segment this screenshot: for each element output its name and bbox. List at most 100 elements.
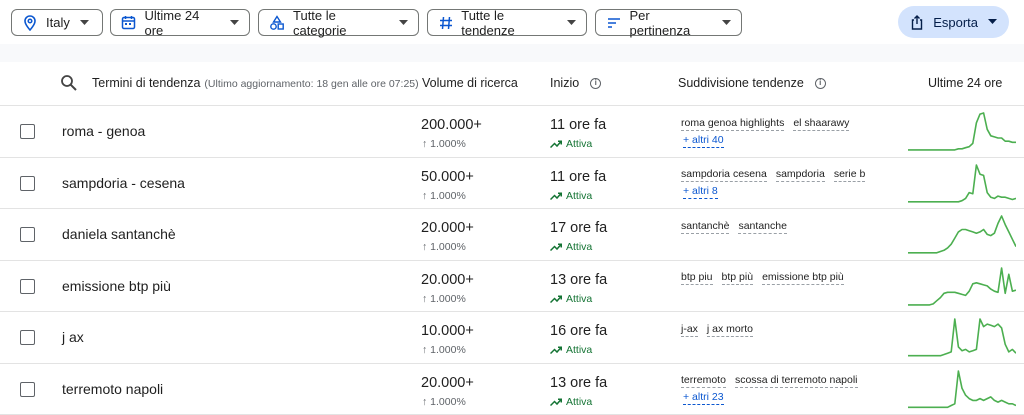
sparkline-line [908, 112, 1016, 151]
breakdown-tag[interactable]: btp piu [681, 271, 713, 285]
trend-term[interactable]: sampdoria - cesena [62, 175, 185, 191]
table-row[interactable]: sampdoria - cesena 50.000+ ↑ 1.000% 11 o… [0, 158, 1024, 209]
section-separator [0, 44, 1024, 62]
sparkline-chart [908, 215, 1016, 254]
breakdown-tag[interactable]: emissione btp più [762, 271, 844, 285]
status-active: Attiva [550, 344, 592, 356]
sort-icon [606, 15, 621, 31]
breakdown-tag[interactable]: sampdoria cesena [681, 168, 767, 182]
volume-increase: ↑ 1.000% [422, 241, 466, 253]
breakdown-tag[interactable]: scossa di terremoto napoli [734, 374, 858, 388]
trend-filter-label: Tutte le tendenze [461, 7, 515, 38]
breakdown-tags-line: sampdoria cesena sampdoria serie b [681, 167, 891, 184]
start-time: 13 ore fa [550, 271, 608, 288]
trend-breakdown: roma genoa highlights el shaarawy + altri … [681, 115, 891, 149]
country-filter[interactable]: Italy [11, 9, 103, 36]
country-filter-label: Italy [46, 15, 70, 30]
search-volume: 20.000+ [421, 271, 474, 288]
volume-increase: ↑ 1.000% [422, 292, 466, 305]
breakdown-tag[interactable]: santanche [738, 220, 787, 234]
status-active: Attiva [550, 293, 592, 305]
trend-term[interactable]: j ax [62, 329, 84, 345]
trending-up-icon [550, 191, 562, 200]
trending-up-icon [550, 294, 562, 303]
trend-breakdown: j-ax j ax morto [681, 321, 891, 338]
breakdown-tag[interactable]: roma genoa highlights [681, 117, 785, 131]
category-filter[interactable]: Tutte le categorie [258, 7, 419, 38]
row-checkbox[interactable] [20, 330, 35, 345]
trending-up-icon [550, 243, 562, 251]
trend-term[interactable]: daniela santanchè [62, 226, 176, 242]
trend-term[interactable]: emissione btp più [62, 278, 171, 294]
table-row[interactable]: j ax 10.000+ ↑ 1.000% 16 ore fa Attiva j… [0, 312, 1024, 364]
search-volume: 20.000+ [421, 374, 474, 391]
chevron-down-icon [566, 18, 576, 28]
volume-increase: ↑ 1.000% [422, 344, 466, 356]
breakdown-tag[interactable]: terremoto [681, 374, 726, 388]
trend-breakdown: btp piu btp più emissione btp più [681, 270, 891, 287]
category-shapes-icon [269, 14, 285, 31]
breakdown-tag[interactable]: santanchè [681, 220, 730, 234]
trending-up-icon [550, 397, 562, 406]
status-label: Attiva [566, 241, 593, 253]
sparkline-line [908, 163, 1016, 203]
start-time: 11 ore fa [550, 117, 607, 133]
breakdown-tags-line: santanchè santanche [681, 218, 891, 235]
breakdown-tag[interactable]: serie b [833, 168, 866, 182]
sparkline-line [908, 266, 1016, 306]
table-row[interactable]: daniela santanchè 20.000+ ↑ 1.000% 17 or… [0, 209, 1024, 261]
volume-increase: ↑ 1.000% [422, 189, 466, 202]
category-filter-label: Tutte le categorie [293, 7, 347, 38]
trend-filter[interactable]: Tutte le tendenze [427, 7, 587, 38]
row-checkbox[interactable] [20, 227, 35, 242]
status-active: Attiva [550, 190, 592, 202]
table-row[interactable]: roma - genoa 200.000+ ↑ 1.000% 11 ore fa… [0, 106, 1024, 158]
sparkline-line [908, 318, 1016, 357]
time-filter-label: Ultime 24 ore [144, 7, 200, 38]
more-queries-link[interactable]: + altri 23 [683, 391, 724, 405]
sort-filter[interactable]: Per pertinenza [595, 7, 742, 38]
status-label: Attiva [566, 344, 593, 356]
header-start[interactable]: Inizio i [550, 76, 602, 90]
sort-filter-label: Per pertinenza [629, 7, 691, 38]
breakdown-tag[interactable]: btp più [721, 271, 754, 285]
export-button-label: Esporta [933, 14, 978, 30]
info-icon[interactable]: i [814, 77, 826, 89]
share-upload-icon [910, 14, 925, 30]
row-checkbox[interactable] [20, 175, 35, 191]
breakdown-more-line: + altri 40 [681, 132, 891, 149]
row-checkbox[interactable] [20, 381, 35, 397]
search-icon[interactable] [60, 74, 78, 92]
header-search-volume[interactable]: Volume di ricerca [422, 76, 518, 90]
start-time: 13 ore fa [550, 374, 608, 391]
start-time: 17 ore fa [550, 220, 608, 236]
row-checkbox[interactable] [20, 278, 35, 294]
breakdown-tag[interactable]: j ax morto [706, 323, 754, 337]
breakdown-tag[interactable]: j-ax [681, 323, 698, 337]
sparkline-chart [908, 163, 1016, 203]
more-queries-link[interactable]: + altri 8 [683, 185, 718, 199]
header-trending-terms: Termini di tendenza (Ultimo aggiornamento… [92, 76, 419, 90]
breakdown-tag[interactable]: sampdoria [775, 168, 825, 182]
table-header: Termini di tendenza (Ultimo aggiornamento… [0, 62, 1024, 106]
trend-term[interactable]: terremoto napoli [62, 381, 163, 397]
export-button[interactable]: Esporta [898, 6, 1009, 38]
status-active: Attiva [550, 396, 592, 408]
time-filter[interactable]: Ultime 24 ore [110, 7, 250, 38]
trend-breakdown: santanchè santanche [681, 218, 891, 235]
table-row[interactable]: terremoto napoli 20.000+ ↑ 1.000% 13 ore… [0, 364, 1024, 415]
info-icon[interactable]: i [590, 77, 602, 89]
more-queries-link[interactable]: + altri 40 [683, 134, 724, 148]
chevron-down-icon [398, 18, 408, 28]
breakdown-more-line: + altri 8 [681, 184, 891, 201]
volume-increase: ↑ 1.000% [422, 395, 466, 408]
trend-term[interactable]: roma - genoa [62, 123, 145, 139]
trending-up-icon [550, 346, 562, 354]
row-checkbox[interactable] [20, 124, 35, 139]
trending-up-icon [550, 140, 562, 148]
sparkline-line [908, 369, 1016, 408]
volume-increase: ↑ 1.000% [422, 138, 466, 150]
breakdown-tag[interactable]: el shaarawy [793, 117, 850, 131]
trend-breakdown: sampdoria cesena sampdoria serie b + altri … [681, 167, 891, 201]
table-row[interactable]: emissione btp più 20.000+ ↑ 1.000% 13 or… [0, 261, 1024, 312]
